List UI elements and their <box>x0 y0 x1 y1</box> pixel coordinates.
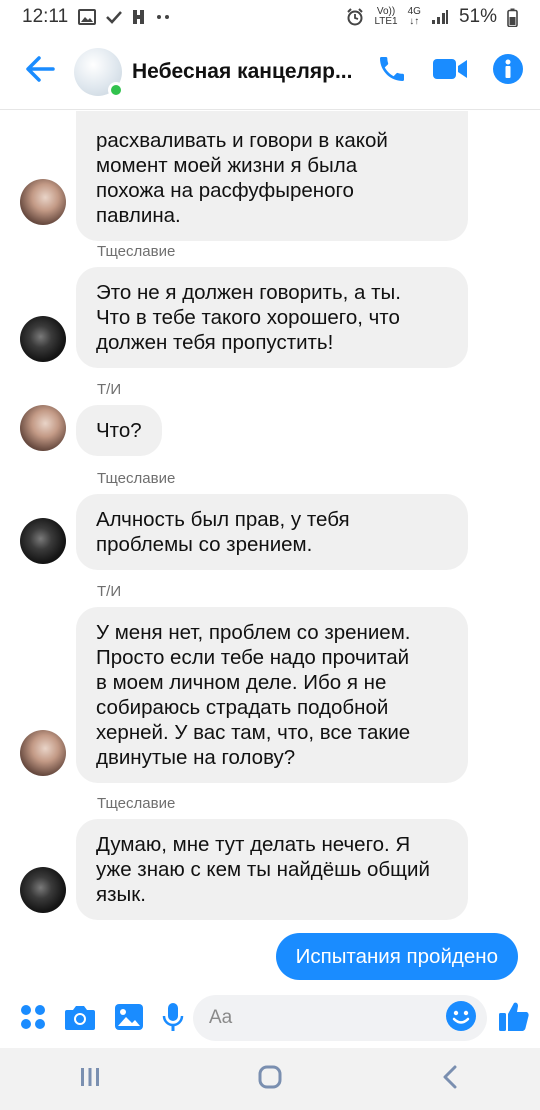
status-left: 12:11 <box>22 6 170 28</box>
message-text-line: Думаю, мне тут делать нечего. Я <box>96 833 411 856</box>
composer <box>0 992 540 1048</box>
message-bubble[interactable]: Думаю, мне тут делать нечего. Я уже знаю… <box>76 819 468 920</box>
avatar-vanity[interactable] <box>20 518 66 564</box>
message-text-line: Просто если тебе надо прочитай <box>96 646 410 669</box>
message-input-wrapper[interactable] <box>193 995 487 1041</box>
sender-name: Т/И <box>97 583 122 600</box>
emoji-button[interactable] <box>443 1000 479 1036</box>
smiley-icon <box>445 1000 477 1037</box>
arrow-left-icon <box>25 56 55 87</box>
message-bubble[interactable]: У меня нет, проблем со зрением. Просто е… <box>76 607 468 783</box>
recent-apps-button[interactable] <box>60 1054 120 1104</box>
message-text-line: в моем личном деле. Ибо я не <box>96 671 387 694</box>
microphone-icon <box>162 1002 184 1037</box>
message-text-line: проблемы со зрением. <box>96 533 313 556</box>
network-type: 4G ↓↑ <box>408 7 421 27</box>
video-camera-icon <box>432 56 468 87</box>
sender-name: Тщеславие <box>97 243 176 260</box>
four-dots-icon <box>19 1003 47 1036</box>
avatar-vanity[interactable] <box>20 316 66 362</box>
more-actions-button[interactable] <box>15 1001 51 1037</box>
gallery-notification-icon <box>78 9 97 25</box>
thumbs-up-icon <box>498 1000 530 1037</box>
message-bubble[interactable]: Алчность был прав, у тебя проблемы со зр… <box>76 494 468 570</box>
more-notifications-icon <box>156 14 170 20</box>
info-icon <box>492 53 524 90</box>
call-button[interactable] <box>374 54 410 90</box>
message-text-line: расхваливать и говори в какой <box>96 129 388 152</box>
message-input[interactable] <box>209 1007 429 1029</box>
message-text-line: должен тебя пропустить! <box>96 331 334 354</box>
alarm-icon <box>346 8 364 26</box>
camera-icon <box>64 1003 96 1036</box>
message-list[interactable]: расхваливать и говори в какой момент мое… <box>0 111 540 988</box>
message-text-line: Что? <box>96 419 142 442</box>
video-call-button[interactable] <box>432 54 468 90</box>
contact-name[interactable]: Небесная канцеляр... <box>132 60 360 84</box>
message-text-line: У меня нет, проблем со зрением. <box>96 621 411 644</box>
avatar-vanity[interactable] <box>20 867 66 913</box>
message-bubble[interactable]: расхваливать и говори в какой момент мое… <box>76 111 468 241</box>
avatar-ti[interactable] <box>20 405 66 451</box>
app-notification-icon <box>132 9 146 25</box>
image-icon <box>114 1003 144 1036</box>
message-text-line: Что в тебе такого хорошего, что <box>96 306 400 329</box>
message-text-line: момент моей жизни я была <box>96 154 358 177</box>
back-button[interactable] <box>12 44 68 100</box>
camera-button[interactable] <box>62 1001 98 1037</box>
message-text-line: язык. <box>96 883 146 906</box>
contact-avatar[interactable] <box>74 47 124 98</box>
message-bubble[interactable]: Это не я должен говорить, а ты. Что в те… <box>76 267 468 368</box>
my-message-bubble[interactable]: Испытания пройдено <box>275 933 518 980</box>
avatar-ti[interactable] <box>20 179 66 225</box>
phone-icon <box>376 53 408 90</box>
sender-name: Т/И <box>97 381 122 398</box>
data-arrows-icon: ↓↑ <box>409 16 420 27</box>
lte-text: LTE1 <box>374 16 398 27</box>
status-right: Vo)) LTE1 4G ↓↑ 51% <box>346 6 518 28</box>
message-text-line: Алчность был прав, у тебя <box>96 508 350 531</box>
battery-percent: 51% <box>458 6 497 27</box>
volte-indicator: Vo)) LTE1 <box>374 7 397 27</box>
message-text-line: павлина. <box>96 204 181 227</box>
signal-icon <box>431 9 449 25</box>
like-button[interactable] <box>496 1000 532 1036</box>
avatar-ti[interactable] <box>20 730 66 776</box>
message-text-line: похожа на расфуфыреного <box>96 179 354 202</box>
message-text-line: Это не я должен говорить, а ты. <box>96 281 401 304</box>
system-nav-bar <box>0 1048 540 1110</box>
back-nav-button[interactable] <box>420 1054 480 1104</box>
message-text-line: собираюсь страдать подобной <box>96 696 389 719</box>
home-icon <box>258 1065 282 1094</box>
battery-icon <box>507 8 518 27</box>
chat-header: Небесная канцеляр... <box>0 34 540 110</box>
message-text-line: двинутые на голову? <box>96 746 296 769</box>
gallery-button[interactable] <box>111 1001 147 1037</box>
home-button[interactable] <box>240 1054 300 1104</box>
clock: 12:11 <box>22 6 69 27</box>
cut-line-fragment <box>96 117 448 128</box>
sender-name: Тщеславие <box>97 795 176 812</box>
header-actions <box>374 54 526 90</box>
info-button[interactable] <box>490 54 526 90</box>
message-text-line: уже знаю с кем ты найдёшь общий <box>96 858 430 881</box>
status-bar: 12:11 Vo)) LTE1 4G ↓↑ 51% <box>0 0 540 34</box>
message-text-line: херней. У вас там, что, все такие <box>96 721 411 744</box>
recent-apps-icon <box>79 1067 101 1092</box>
chevron-left-icon <box>442 1065 458 1094</box>
check-notification-icon <box>106 10 123 24</box>
sender-name: Тщеславие <box>97 470 176 487</box>
message-bubble[interactable]: Что? <box>76 405 162 456</box>
voice-button[interactable] <box>155 1001 191 1037</box>
online-indicator <box>108 81 124 98</box>
